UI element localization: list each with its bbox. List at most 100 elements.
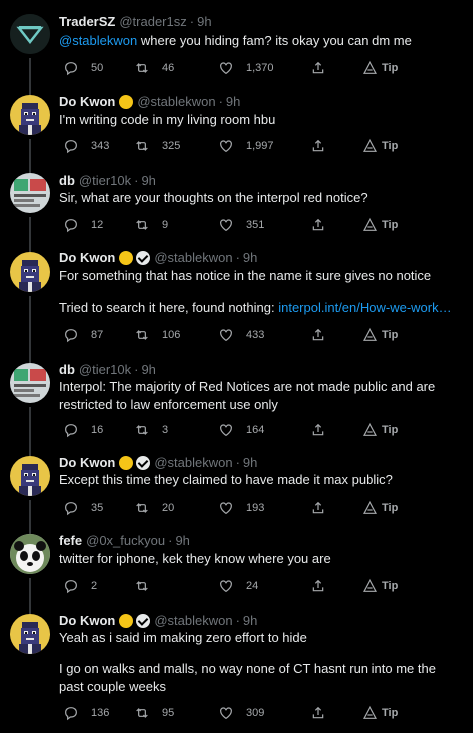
avatar[interactable] (10, 363, 50, 403)
share-button[interactable] (310, 137, 326, 155)
timestamp[interactable]: 9h (141, 172, 155, 190)
handle[interactable]: @stablekwon (154, 612, 232, 630)
display-name[interactable]: Do Kwon (59, 454, 115, 472)
reply-button[interactable]: 343 (63, 137, 109, 155)
tweet[interactable]: db @tier10k · 9h Sir, what are your thou… (0, 163, 473, 246)
handle[interactable]: @tier10k (79, 172, 131, 190)
display-name[interactable]: fefe (59, 532, 82, 550)
avatar[interactable] (10, 173, 50, 213)
retweet-button[interactable]: 95 (134, 704, 174, 722)
handle[interactable]: @stablekwon (137, 93, 215, 111)
separator: · (189, 14, 195, 29)
like-count: 351 (246, 219, 265, 231)
mention-link[interactable]: @stablekwon (59, 33, 137, 48)
tweet[interactable]: Do Kwon @stablekwon · 9h Yeah as i said … (0, 610, 473, 733)
avatar[interactable] (10, 614, 50, 654)
avatar[interactable] (10, 456, 50, 496)
separator: · (235, 455, 240, 470)
share-button[interactable] (310, 216, 326, 234)
display-name[interactable]: db (59, 172, 75, 190)
like-button[interactable]: 164 (218, 421, 264, 439)
reply-button[interactable]: 136 (63, 704, 109, 722)
tweet[interactable]: db @tier10k · 9h Interpol: The majority … (0, 360, 473, 450)
retweet-count: 20 (162, 502, 175, 514)
reply-button[interactable]: 16 (63, 421, 103, 439)
handle[interactable]: @trader1sz (119, 13, 186, 31)
display-name[interactable]: TraderSZ (59, 13, 115, 31)
tip-button[interactable]: Tip (362, 499, 398, 517)
retweet-button[interactable] (134, 577, 162, 595)
tweet[interactable]: Do Kwon @stablekwon · 9h For something t… (0, 246, 473, 360)
timestamp[interactable]: 9h (243, 249, 257, 267)
handle[interactable]: @tier10k (79, 361, 131, 379)
like-button[interactable]: 351 (218, 216, 264, 234)
share-button[interactable] (310, 59, 326, 77)
share-button[interactable] (310, 499, 326, 517)
tip-button[interactable]: Tip (362, 704, 398, 722)
like-button[interactable]: 1,997 (218, 137, 274, 155)
avatar[interactable] (10, 252, 50, 292)
like-count: 24 (246, 580, 259, 592)
reply-button[interactable]: 50 (63, 59, 103, 77)
display-name[interactable]: Do Kwon (59, 612, 115, 630)
tweet[interactable]: Do Kwon @stablekwon · 9h I'm writing cod… (0, 85, 473, 169)
timestamp[interactable]: 9h (243, 612, 257, 630)
timestamp[interactable]: 9h (175, 532, 189, 550)
display-name[interactable]: Do Kwon (59, 249, 115, 267)
reply-button[interactable]: 12 (63, 216, 103, 234)
avatar[interactable] (10, 95, 50, 135)
tweet-actions: 50 46 1,370 Tip (59, 59, 459, 77)
like-button[interactable]: 309 (218, 704, 264, 722)
display-name[interactable]: db (59, 361, 75, 379)
timestamp[interactable]: 9h (197, 13, 211, 31)
separator: · (235, 613, 240, 628)
like-icon (218, 138, 234, 154)
share-icon (310, 578, 326, 594)
like-button[interactable]: 1,370 (218, 59, 274, 77)
like-icon (218, 500, 234, 516)
share-button[interactable] (310, 577, 326, 595)
share-button[interactable] (310, 704, 326, 722)
handle[interactable]: @0x_fuckyou (86, 532, 165, 550)
tip-button[interactable]: Tip (362, 577, 398, 595)
retweet-button[interactable]: 9 (134, 216, 168, 234)
tweet[interactable]: fefe @0x_fuckyou · 9h twitter for iphone… (0, 530, 473, 610)
tip-button[interactable]: Tip (362, 326, 398, 344)
retweet-button[interactable]: 106 (134, 326, 180, 344)
timestamp[interactable]: 9h (141, 361, 155, 379)
timestamp[interactable]: 9h (243, 454, 257, 472)
tip-button[interactable]: Tip (362, 59, 398, 77)
reply-button[interactable]: 35 (63, 499, 103, 517)
display-name[interactable]: Do Kwon (59, 93, 115, 111)
avatar[interactable] (10, 14, 50, 54)
tip-icon (362, 578, 378, 594)
like-button[interactable]: 433 (218, 326, 264, 344)
tip-button[interactable]: Tip (362, 421, 398, 439)
interpol-link[interactable]: interpol.int/en/How-we-work… (278, 300, 451, 315)
retweet-button[interactable]: 3 (134, 421, 168, 439)
reply-button[interactable]: 2 (63, 577, 97, 595)
share-button[interactable] (310, 421, 326, 439)
like-icon (218, 578, 234, 594)
reply-count: 50 (91, 62, 104, 74)
retweet-button[interactable]: 46 (134, 59, 174, 77)
tweet[interactable]: TraderSZ @trader1sz · 9h @stablekwon whe… (0, 0, 473, 90)
retweet-button[interactable]: 325 (134, 137, 180, 155)
tweet[interactable]: Do Kwon @stablekwon · 9h Except this tim… (0, 450, 473, 530)
reply-count: 136 (91, 707, 110, 719)
reply-button[interactable]: 87 (63, 326, 103, 344)
tip-button[interactable]: Tip (362, 216, 398, 234)
like-button[interactable]: 193 (218, 499, 264, 517)
retweet-button[interactable]: 20 (134, 499, 174, 517)
handle[interactable]: @stablekwon (154, 454, 232, 472)
timestamp[interactable]: 9h (226, 93, 240, 111)
avatar[interactable] (10, 534, 50, 574)
like-button[interactable]: 24 (218, 577, 258, 595)
share-button[interactable] (310, 326, 326, 344)
tip-icon (362, 422, 378, 438)
reply-count: 343 (91, 140, 110, 152)
handle[interactable]: @stablekwon (154, 249, 232, 267)
tip-count: Tip (382, 140, 399, 152)
tip-button[interactable]: Tip (362, 137, 398, 155)
separator: · (218, 94, 223, 109)
